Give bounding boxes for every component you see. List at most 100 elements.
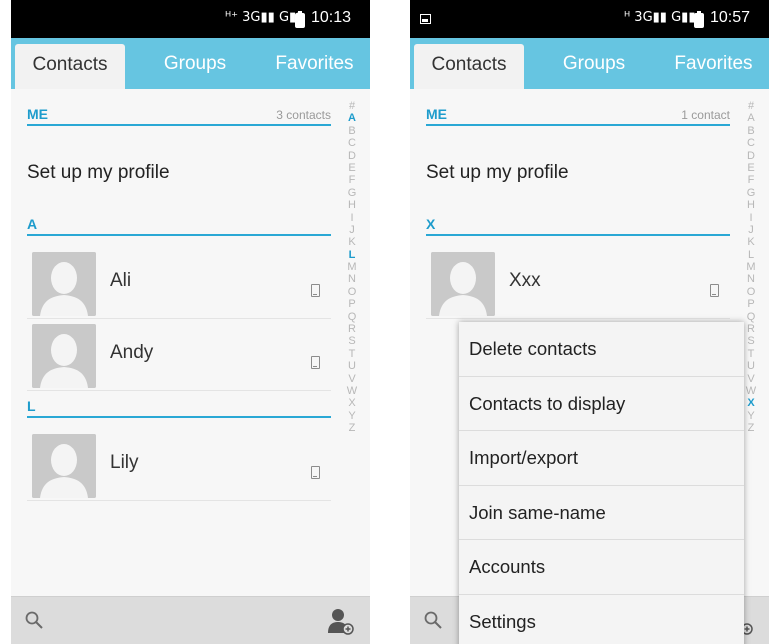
alphabet-index-letter[interactable]: I xyxy=(341,212,363,224)
section-header-x: X xyxy=(426,212,730,236)
alphabet-index-letter[interactable]: A xyxy=(341,112,363,124)
contact-row[interactable]: Xxx xyxy=(426,248,730,319)
signal-icon: ᴴ 3G▮▮ G▮▮ xyxy=(624,10,696,25)
alphabet-index-letter[interactable]: E xyxy=(740,162,762,174)
tab-contacts[interactable]: Contacts xyxy=(15,44,125,89)
alphabet-index-letter[interactable]: L xyxy=(740,249,762,261)
alphabet-index-letter[interactable]: F xyxy=(341,174,363,186)
alphabet-index-letter[interactable]: C xyxy=(740,137,762,149)
section-label: X xyxy=(426,216,436,232)
alphabet-index-letter[interactable]: H xyxy=(341,199,363,211)
contact-row[interactable]: Ali xyxy=(27,248,331,319)
status-bar: ᴴ 3G▮▮ G▮▮ 10:57 xyxy=(410,0,769,38)
tab-contacts[interactable]: Contacts xyxy=(414,44,524,89)
alphabet-index-letter[interactable]: N xyxy=(740,273,762,285)
setup-profile-item[interactable]: Set up my profile xyxy=(27,162,170,184)
contacts-screen-left: ᴴ⁺ 3G▮▮ G▮▮ 10:13 Contacts Groups Favori… xyxy=(11,0,370,644)
section-header-l: L xyxy=(27,394,331,418)
alphabet-index-letter[interactable]: K xyxy=(740,236,762,248)
alphabet-index-letter[interactable]: G xyxy=(341,187,363,199)
alphabet-index-letter[interactable]: M xyxy=(341,261,363,273)
tab-favorites[interactable]: Favorites xyxy=(259,38,370,89)
tab-groups[interactable]: Groups xyxy=(535,38,653,89)
alphabet-index-letter[interactable]: A xyxy=(740,112,762,124)
alphabet-index-letter[interactable]: D xyxy=(341,150,363,162)
alphabet-index-letter[interactable]: N xyxy=(341,273,363,285)
alphabet-index-letter[interactable]: M xyxy=(740,261,762,273)
alphabet-index-letter[interactable]: # xyxy=(740,100,762,112)
alphabet-index-letter[interactable]: Z xyxy=(341,422,363,434)
tab-bar: Contacts Groups Favorites xyxy=(410,38,769,89)
section-label: ME xyxy=(426,106,447,122)
contact-row[interactable]: Andy xyxy=(27,320,331,391)
phone-icon xyxy=(710,284,719,297)
alphabet-index-letter[interactable]: P xyxy=(341,298,363,310)
alphabet-index-letter[interactable]: F xyxy=(740,174,762,186)
alphabet-index-letter[interactable]: U xyxy=(341,360,363,372)
alphabet-index-letter[interactable]: T xyxy=(341,348,363,360)
menu-item-join-same-name[interactable]: Join same-name xyxy=(459,486,744,540)
alphabet-index-letter[interactable]: Y xyxy=(341,410,363,422)
alphabet-index-bar[interactable]: # A B C D E F G H I J K L M N O P Q R S T U V W X Y Z xyxy=(341,100,363,590)
contact-name: Xxx xyxy=(509,270,541,291)
alphabet-index-letter[interactable]: B xyxy=(341,125,363,137)
menu-item-import-export[interactable]: Import/export xyxy=(459,431,744,486)
search-icon[interactable] xyxy=(424,611,442,629)
section-header-me: ME 1 contact xyxy=(426,102,730,126)
alphabet-index-letter[interactable]: K xyxy=(341,236,363,248)
alphabet-index-letter[interactable]: X xyxy=(341,397,363,409)
bottom-action-bar xyxy=(11,596,370,644)
alphabet-index-letter[interactable]: I xyxy=(740,212,762,224)
alphabet-index-letter[interactable]: D xyxy=(740,150,762,162)
clock: 10:13 xyxy=(311,9,352,26)
setup-profile-item[interactable]: Set up my profile xyxy=(426,162,569,184)
menu-item-accounts[interactable]: Accounts xyxy=(459,540,744,595)
contact-count: 1 contact xyxy=(681,108,730,122)
alphabet-index-letter[interactable]: P xyxy=(740,298,762,310)
contact-row[interactable]: Lily xyxy=(27,430,331,501)
menu-item-delete-contacts[interactable]: Delete contacts xyxy=(459,322,744,377)
contact-name: Lily xyxy=(110,452,139,473)
contact-name: Andy xyxy=(110,342,154,363)
avatar xyxy=(32,434,96,498)
menu-item-settings[interactable]: Settings xyxy=(459,595,744,644)
battery-icon xyxy=(694,11,704,28)
alphabet-index-letter[interactable]: O xyxy=(740,286,762,298)
contact-count: 3 contacts xyxy=(276,108,331,122)
alphabet-index-letter[interactable]: J xyxy=(341,224,363,236)
alphabet-index-letter[interactable]: J xyxy=(740,224,762,236)
tab-favorites[interactable]: Favorites xyxy=(658,38,769,89)
alphabet-index-letter[interactable]: Q xyxy=(341,311,363,323)
alphabet-index-letter[interactable]: S xyxy=(341,335,363,347)
alphabet-index-letter[interactable]: O xyxy=(341,286,363,298)
alphabet-index-letter[interactable]: H xyxy=(740,199,762,211)
alphabet-index-letter[interactable]: V xyxy=(341,373,363,385)
phone-icon xyxy=(311,356,320,369)
image-notification-icon xyxy=(420,14,431,24)
add-contact-icon[interactable] xyxy=(326,607,354,635)
alphabet-index-letter[interactable]: G xyxy=(740,187,762,199)
avatar xyxy=(431,252,495,316)
menu-item-contacts-to-display[interactable]: Contacts to display xyxy=(459,377,744,431)
alphabet-index-letter[interactable]: R xyxy=(341,323,363,335)
clock: 10:57 xyxy=(710,9,751,26)
tab-groups[interactable]: Groups xyxy=(136,38,254,89)
overflow-menu: Delete contacts Contacts to display Impo… xyxy=(459,322,744,644)
alphabet-index-letter[interactable]: C xyxy=(341,137,363,149)
alphabet-index-letter[interactable]: W xyxy=(341,385,363,397)
alphabet-index-letter[interactable]: B xyxy=(740,125,762,137)
section-label: A xyxy=(27,216,38,232)
signal-icon: ᴴ⁺ 3G▮▮ G▮▮ xyxy=(225,10,304,25)
section-label: L xyxy=(27,398,36,414)
phone-icon xyxy=(311,466,320,479)
section-header-me: ME 3 contacts xyxy=(27,102,331,126)
tab-bar: Contacts Groups Favorites xyxy=(11,38,370,89)
alphabet-index-letter[interactable]: L xyxy=(341,249,363,261)
alphabet-index-letter[interactable]: # xyxy=(341,100,363,112)
avatar xyxy=(32,252,96,316)
contacts-screen-right: ᴴ 3G▮▮ G▮▮ 10:57 Contacts Groups Favorit… xyxy=(410,0,769,644)
alphabet-index-letter[interactable]: E xyxy=(341,162,363,174)
search-icon[interactable] xyxy=(25,611,43,629)
contact-name: Ali xyxy=(110,270,132,291)
section-label: ME xyxy=(27,106,48,122)
